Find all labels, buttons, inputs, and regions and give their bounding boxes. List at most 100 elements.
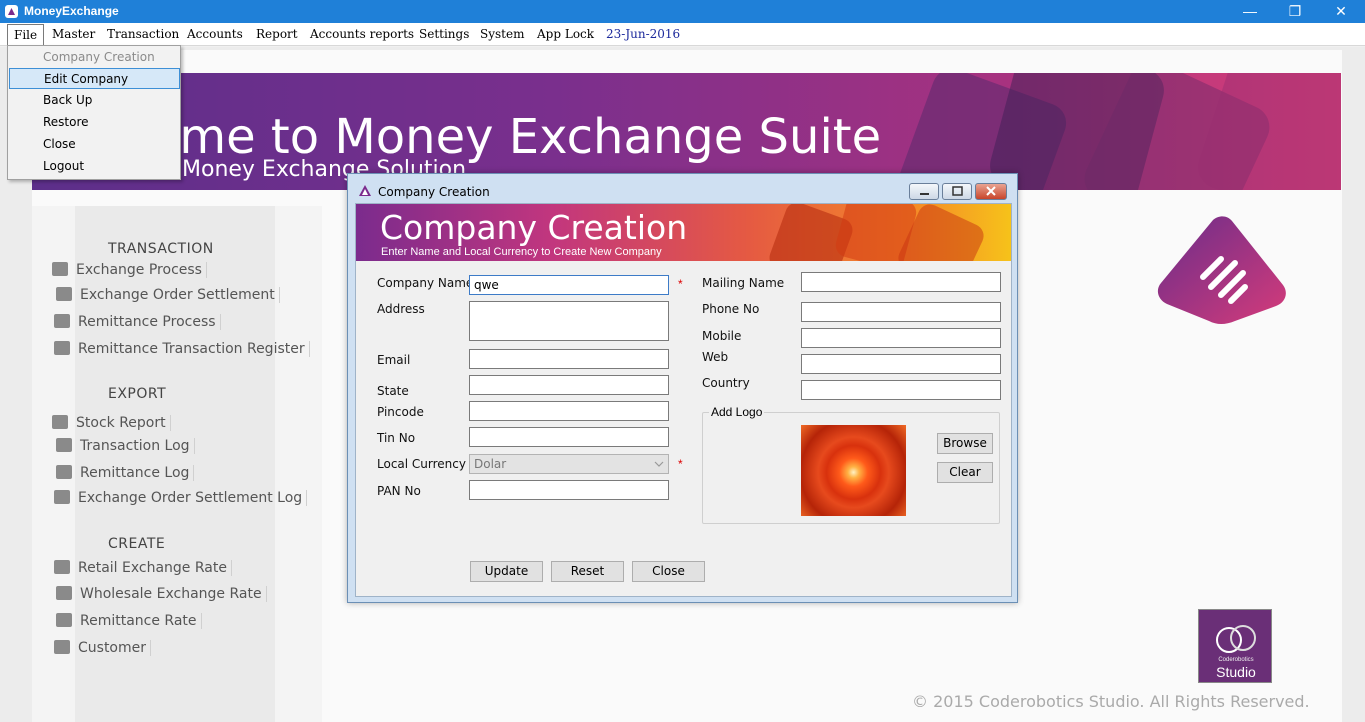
cloud-icon: [1216, 625, 1256, 653]
brand-logo: [1157, 216, 1286, 324]
sidebar-item-transaction-log[interactable]: Transaction Log: [56, 438, 195, 460]
required-mark-company-name: *: [678, 277, 683, 291]
label-pan-no: PAN No: [377, 484, 421, 498]
sidebar-item-retail-exchange-rate[interactable]: Retail Exchange Rate: [54, 560, 232, 582]
tin-no-input[interactable]: [469, 427, 669, 447]
studio-label: Studio: [1216, 664, 1256, 680]
sidebar-item-stock-report[interactable]: Stock Report: [52, 415, 171, 437]
label-local-currency: Local Currency: [377, 457, 466, 471]
menu-item-logout[interactable]: Logout: [9, 156, 180, 177]
cart-icon: [52, 262, 68, 276]
add-logo-label: Add Logo: [709, 405, 765, 419]
sidebar-item-exchange-process[interactable]: Exchange Process: [52, 262, 207, 284]
phone-no-input[interactable]: [801, 302, 1001, 322]
person-icon: [56, 613, 72, 627]
menu-system[interactable]: System: [474, 23, 530, 46]
sidebar-item-customer[interactable]: Customer: [54, 640, 152, 662]
menu-master[interactable]: Master: [46, 23, 101, 46]
label-pincode: Pincode: [377, 405, 424, 419]
pincode-input[interactable]: [469, 401, 669, 421]
sidebar-item-wholesale-exchange-rate[interactable]: Wholesale Exchange Rate: [56, 586, 267, 608]
menu-report[interactable]: Report: [250, 23, 304, 46]
label-web: Web: [702, 350, 729, 364]
dialog-banner-decoration: [769, 204, 984, 261]
local-currency-value: Dolar: [474, 457, 507, 471]
dialog-close-button[interactable]: [975, 183, 1007, 200]
menu-item-company-creation[interactable]: Company Creation: [9, 47, 180, 68]
dialog-maximize-button[interactable]: [942, 183, 972, 200]
restore-button[interactable]: ❐: [1272, 0, 1318, 23]
sidebar-item-remittance-process[interactable]: Remittance Process: [54, 314, 221, 336]
window-titlebar: MoneyExchange — ❐ ✕: [0, 0, 1365, 23]
company-creation-dialog: Company Creation Company Creation Enter …: [347, 173, 1018, 603]
label-country: Country: [702, 376, 750, 390]
label-company-name: Company Name: [377, 276, 474, 290]
person-icon: [54, 640, 70, 654]
cart-add-icon: [56, 287, 72, 301]
close-button[interactable]: Close: [632, 561, 705, 582]
dialog-title: Company Creation: [378, 185, 490, 199]
sidebar-item-remittance-rate[interactable]: Remittance Rate: [56, 613, 202, 635]
studio-small-text: Coderobotics: [1218, 657, 1254, 663]
document-icon: [54, 490, 70, 504]
menu-item-restore[interactable]: Restore: [9, 112, 180, 133]
minimize-button[interactable]: —: [1227, 0, 1273, 23]
web-input[interactable]: [801, 354, 1001, 374]
menu-item-close[interactable]: Close: [9, 134, 180, 155]
menu-accounts[interactable]: Accounts: [181, 23, 249, 46]
menu-accounts-reports[interactable]: Accounts reports: [304, 23, 420, 46]
wallet-icon: [54, 341, 70, 355]
close-icon: [986, 186, 996, 196]
dialog-banner-subtitle: Enter Name and Local Currency to Create …: [381, 246, 662, 258]
label-state: State: [377, 384, 409, 398]
sidebar-item-exchange-order-settlement[interactable]: Exchange Order Settlement: [56, 287, 280, 309]
label-mobile: Mobile: [702, 329, 742, 343]
copyright-text: © 2015 Coderobotics Studio. All Rights R…: [912, 692, 1310, 711]
maximize-icon: [952, 186, 963, 196]
barcode-icon: [56, 465, 72, 479]
book-icon: [56, 586, 72, 600]
current-date: 23-Jun-2016: [606, 27, 681, 41]
close-window-button[interactable]: ✕: [1318, 0, 1364, 23]
local-currency-select[interactable]: Dolar: [469, 454, 669, 474]
sidebar-item-remittance-log[interactable]: Remittance Log: [56, 465, 195, 487]
label-address: Address: [377, 302, 425, 316]
pan-no-input[interactable]: [469, 480, 669, 500]
company-name-input[interactable]: qwe: [469, 275, 669, 295]
menu-item-back-up[interactable]: Back Up: [9, 90, 180, 111]
dialog-minimize-button[interactable]: [909, 183, 939, 200]
logo-preview-image: [801, 425, 906, 516]
browse-button[interactable]: Browse: [937, 433, 993, 454]
add-logo-group: Add Logo Browse Clear: [702, 405, 1000, 524]
required-mark-local-currency: *: [678, 457, 683, 471]
clear-button[interactable]: Clear: [937, 462, 993, 483]
state-input[interactable]: [469, 375, 669, 395]
sidebar-item-remittance-transaction-register[interactable]: Remittance Transaction Register: [54, 341, 310, 363]
stack-icon: [52, 415, 68, 429]
section-heading-create: CREATE: [108, 536, 166, 552]
dialog-body: Company Creation Enter Name and Local Cu…: [355, 203, 1012, 597]
menu-settings[interactable]: Settings: [413, 23, 475, 46]
label-tin-no: Tin No: [377, 431, 416, 445]
country-input[interactable]: [801, 380, 1001, 400]
sidebar-item-exchange-order-settlement-log[interactable]: Exchange Order Settlement Log: [54, 490, 308, 512]
update-button[interactable]: Update: [470, 561, 543, 582]
label-phone-no: Phone No: [702, 302, 760, 316]
section-heading-transaction: TRANSACTION: [108, 241, 214, 257]
dialog-app-icon: [359, 185, 371, 196]
menu-item-edit-company[interactable]: Edit Company: [9, 68, 180, 89]
menu-bar: File Master Transaction Accounts Report …: [0, 23, 1365, 46]
email-input[interactable]: [469, 349, 669, 369]
address-input[interactable]: [469, 301, 669, 341]
label-email: Email: [377, 353, 411, 367]
book-icon: [56, 438, 72, 452]
mailing-name-input[interactable]: [801, 272, 1001, 292]
menu-file[interactable]: File: [7, 24, 45, 46]
menu-transaction[interactable]: Transaction: [101, 23, 185, 46]
reset-button[interactable]: Reset: [551, 561, 624, 582]
mobile-input[interactable]: [801, 328, 1001, 348]
wallet-icon: [54, 314, 70, 328]
menu-app-lock[interactable]: App Lock: [531, 23, 600, 46]
store-icon: [54, 560, 70, 574]
minimize-icon: [920, 193, 929, 195]
